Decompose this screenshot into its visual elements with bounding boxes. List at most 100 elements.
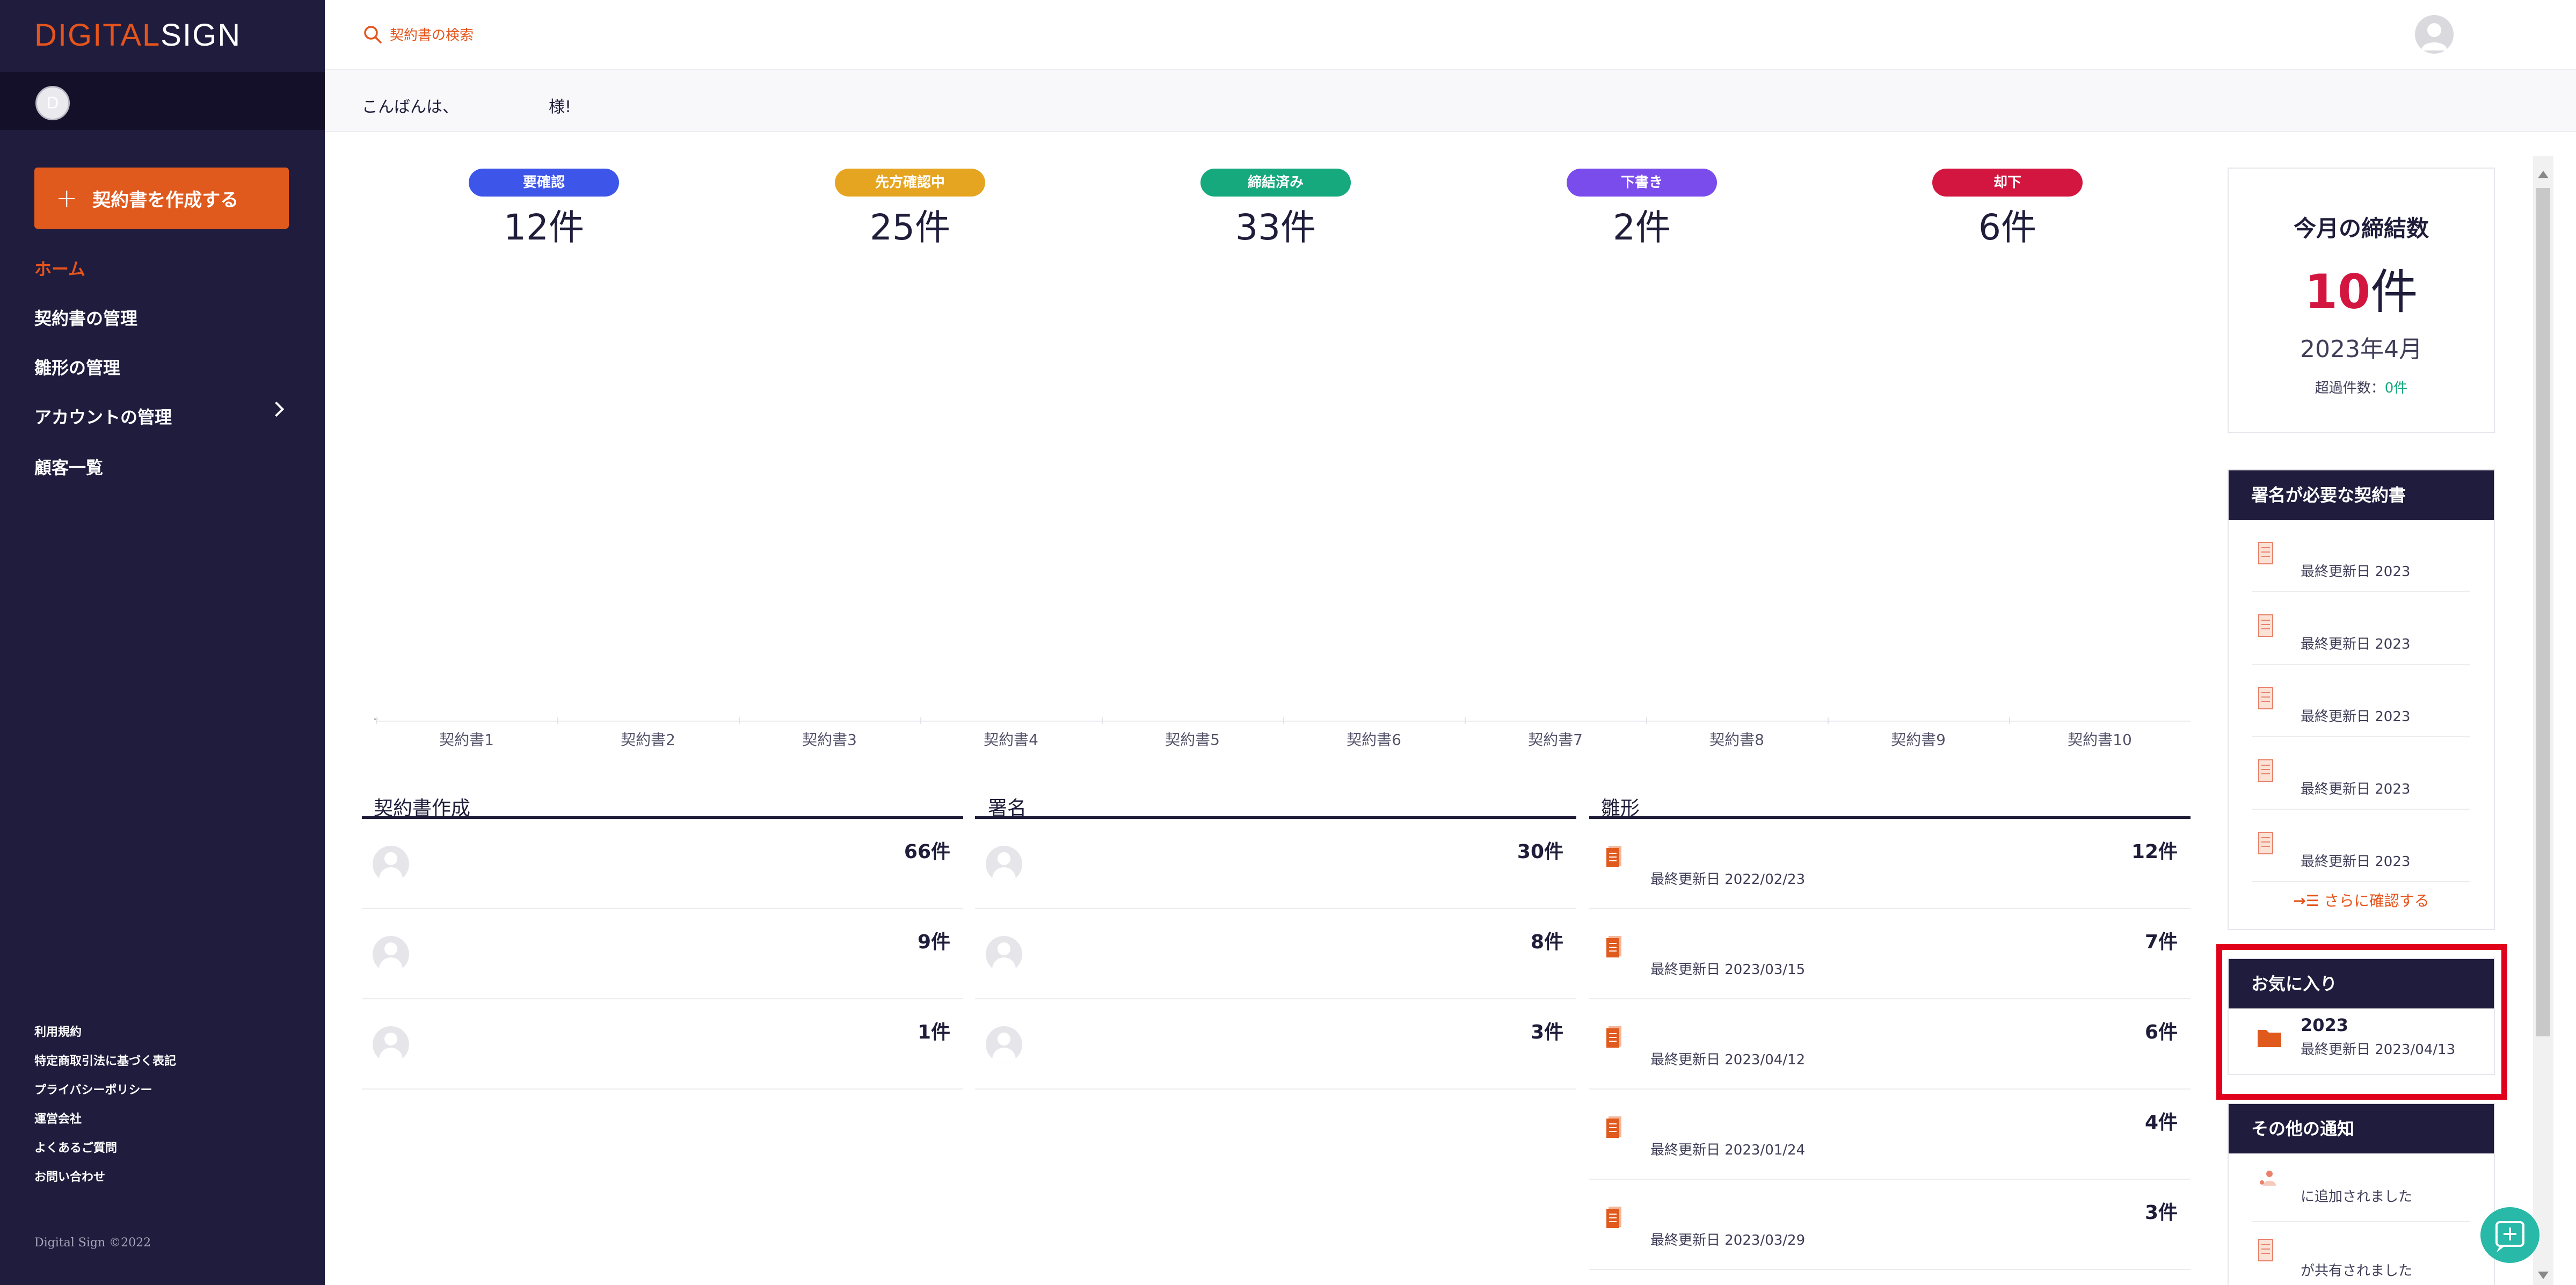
row-date: 最終更新日 2023/04/12 [1650, 1052, 1806, 1068]
see-more-label: さらに確認する [2324, 892, 2429, 910]
avatar [373, 846, 409, 882]
chat-button[interactable] [2480, 1207, 2539, 1263]
user-avatar[interactable]: D [35, 86, 70, 120]
search-input[interactable] [390, 25, 712, 46]
stat-rejected[interactable]: 却下 6件 [1932, 169, 2083, 250]
footer-link-company[interactable]: 運営会社 [34, 1109, 82, 1127]
row-count: 12件 [2131, 841, 2178, 863]
list-item-text: 最終更新日 2023 [2301, 564, 2411, 580]
profile-avatar[interactable] [2415, 15, 2454, 54]
search-icon[interactable] [363, 25, 382, 44]
chart-x-tick-label: 契約書3 [802, 731, 857, 749]
footer-link-privacy[interactable]: プライバシーポリシー [34, 1080, 152, 1098]
person-icon [2421, 23, 2447, 50]
nav-account-management[interactable]: アカウントの管理 [34, 404, 172, 429]
table-row[interactable]: 8件 [975, 909, 1576, 999]
table-row[interactable]: 30件 [975, 819, 1576, 909]
table-row[interactable]: 12件最終更新日 2022/02/23 [1589, 819, 2191, 909]
list-item[interactable]: 最終更新日 2023 [2252, 737, 2470, 810]
notification-item[interactable]: に追加されました [2252, 1153, 2470, 1222]
greeting-bar [325, 70, 2576, 132]
table-row[interactable]: 7件 最終更新日 2023/03/15 [1589, 909, 2191, 999]
avatar [986, 1026, 1022, 1063]
list-item[interactable]: 最終更新日 2023 [2252, 665, 2470, 737]
list-item[interactable]: 最終更新日 2023 [2252, 520, 2470, 592]
chart-x-tick [920, 717, 921, 724]
document-icon [2258, 687, 2273, 709]
stat-count: 6件 [1978, 207, 2036, 248]
chart-x-tick [1283, 717, 1284, 724]
list-item-text: 最終更新日 2023 [2301, 709, 2411, 725]
stat-needs-review[interactable]: 要確認 12件 [469, 169, 619, 250]
logo-text-sign: SIGN [161, 18, 242, 53]
chart-x-tick-label: 契約書1 [439, 731, 494, 749]
table-row[interactable]: 4件 最終更新日 2023/01/24 [1589, 1090, 2191, 1180]
footer-link-terms[interactable]: 利用規約 [34, 1022, 82, 1040]
row-count: 30件 [1517, 841, 1563, 863]
chart-x-tick [1465, 717, 1466, 724]
monthly-count-number: 10 [2304, 264, 2371, 320]
row-date: 最終更新日 2023/01/24 [1650, 1142, 1806, 1158]
chart-x-tick-label: 契約書2 [621, 731, 675, 749]
scrollbar-thumb[interactable] [2536, 188, 2550, 1036]
nav-home[interactable]: ホーム [34, 256, 85, 280]
status-badge: 締結済み [1200, 169, 1351, 197]
row-count: 6件 [2144, 1021, 2178, 1043]
document-icon [1606, 936, 1621, 957]
monthly-month: 2023年4月 [2300, 336, 2422, 363]
document-icon [2258, 614, 2273, 637]
needs-signature-card: 署名が必要な契約書 最終更新日 2023 最終更新日 2023 最終更新日 2023… [2228, 469, 2495, 930]
create-contract-button[interactable]: + 契約書を作成する [34, 168, 289, 229]
row-date: 最終更新日 2023/03/15 [1650, 962, 1806, 978]
list-item-text: 最終更新日 2023 [2301, 636, 2411, 652]
table-row[interactable]: 3件 最終更新日 2023/03/29 [1589, 1180, 2191, 1270]
monthly-summary-card: 今月の締結数 10件 2023年4月 超過件数：0件 [2228, 168, 2495, 433]
footer-link-commerce-law[interactable]: 特定商取引法に基づく表記 [34, 1051, 176, 1069]
notification-text: に追加されました [2301, 1189, 2413, 1205]
nav-template-management[interactable]: 雛形の管理 [34, 354, 120, 379]
stat-concluded[interactable]: 締結済み 33件 [1200, 169, 1351, 250]
row-count: 3件 [2144, 1202, 2178, 1224]
nav-customer-list[interactable]: 顧客一覧 [34, 454, 103, 479]
nav-contract-management[interactable]: 契約書の管理 [34, 305, 137, 330]
document-icon [2258, 759, 2273, 782]
list-item[interactable]: 最終更新日 2023 [2252, 810, 2470, 882]
table-row[interactable]: 1件 [362, 999, 963, 1090]
logo-text-digital: DIGITAL [34, 18, 161, 53]
footer-link-faq[interactable]: よくあるご質問 [34, 1138, 117, 1156]
stat-pending-partner[interactable]: 先方確認中 25件 [835, 169, 985, 250]
chart-x-tick [557, 717, 558, 724]
scroll-up-icon[interactable] [2538, 171, 2549, 178]
table-row[interactable]: 3件 [975, 999, 1576, 1090]
copyright: Digital Sign ©2022 [34, 1236, 151, 1250]
footer-link-contact[interactable]: お問い合わせ [34, 1167, 105, 1185]
row-count: 1件 [917, 1021, 950, 1043]
chart-x-tick [2009, 717, 2010, 724]
chart-x-tick-label: 契約書6 [1347, 731, 1401, 749]
chat-add-icon [2495, 1221, 2524, 1252]
document-icon [2258, 832, 2273, 854]
list-arrow-icon: →☰ [2293, 892, 2319, 910]
chart-x-tick-label: 契約書8 [1709, 731, 1764, 749]
chart-x-tick-label: 契約書9 [1891, 731, 1946, 749]
row-date: 最終更新日 2022/02/23 [1650, 872, 1806, 888]
status-badge: 先方確認中 [835, 169, 985, 197]
notification-item[interactable]: が共有されました [2252, 1222, 2470, 1281]
table-row[interactable]: 9件 [362, 909, 963, 999]
stat-count: 25件 [870, 207, 950, 248]
greeting-suffix: 様! [549, 98, 572, 117]
chart-x-tick-label: 契約書5 [1165, 731, 1220, 749]
stat-draft[interactable]: 下書き 2件 [1567, 169, 1717, 250]
avatar [986, 846, 1022, 882]
list-item[interactable]: 最終更新日 2023 [2252, 592, 2470, 665]
table-row[interactable]: 66件 [362, 819, 963, 909]
chart-x-tick-label: 契約書4 [984, 731, 1038, 749]
logo[interactable]: DIGITALSIGN [34, 17, 241, 53]
table-row[interactable]: 6件最終更新日 2023/04/12 [1589, 999, 2191, 1090]
chart-x-tick [1828, 717, 1829, 724]
plus-icon: + [56, 183, 78, 213]
scroll-down-icon[interactable] [2538, 1272, 2549, 1279]
other-notifications-card: その他の通知 に追加されました が共有されました [2228, 1103, 2495, 1285]
see-more-link[interactable]: →☰ さらに確認する [2229, 882, 2494, 920]
avatar [986, 936, 1022, 972]
